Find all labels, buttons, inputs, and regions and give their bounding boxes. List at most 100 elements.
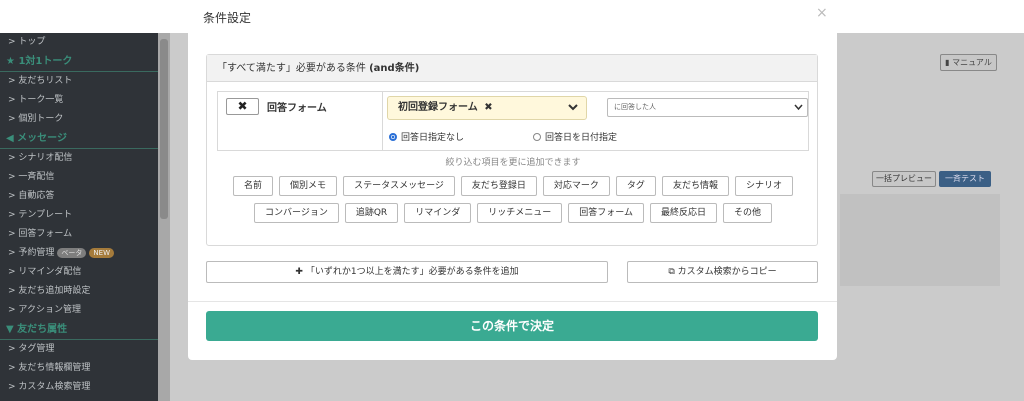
clear-icon[interactable]: ✖ (484, 102, 492, 113)
sidebar-item[interactable]: > テンプレート (0, 206, 158, 225)
response-type-value: に回答した人 (614, 103, 656, 111)
filter-chip[interactable]: 個別メモ (279, 176, 338, 196)
sidebar-item-label: > 自動応答 (8, 191, 55, 201)
sidebar-section-header: ◀ メッセージ (0, 129, 158, 149)
remove-condition-button[interactable]: ✖ (226, 98, 259, 115)
condition-label: 回答フォーム (267, 103, 327, 114)
filter-chips-row-1: 名前 個別メモ ステータスメッセージ 友だち登録日 対応マーク タグ 友だち情報 シナリオ (207, 176, 819, 196)
sidebar-item-label: > 回答フォーム (8, 229, 73, 239)
chevron-down-icon (794, 99, 803, 123)
filter-chips-row-2: コンバージョン 追跡QR リマインダ リッチメニュー 回答フォーム 最終反応日 その他 (207, 203, 819, 223)
form-select[interactable]: 初回登録フォーム ✖ (387, 96, 587, 120)
and-condition-header: 「すべて満たす」必要がある条件 (and条件) (207, 55, 817, 82)
filter-chip[interactable]: その他 (722, 203, 772, 223)
sidebar-section-header: ★ 1対1トーク (0, 52, 158, 72)
sidebar-item[interactable]: > 友だち情報欄管理 (0, 359, 158, 378)
confirm-condition-button[interactable]: この条件で決定 (206, 311, 818, 341)
sidebar-item[interactable]: > トーク一覧 (0, 91, 158, 110)
sidebar-item[interactable]: > 予約管理 ベータ NEW (0, 244, 158, 263)
filter-chip[interactable]: 対応マーク (542, 176, 610, 196)
copy-from-custom-search-button[interactable]: ⧉ カスタム検索からコピー (627, 261, 818, 283)
sidebar-item[interactable]: > 一斉配信 (0, 168, 158, 187)
sidebar-item-label: ★ 1対1トーク (6, 56, 73, 67)
sidebar-item-label: > 個別トーク (8, 114, 64, 124)
sidebar-item[interactable]: > カスタム検索管理 (0, 378, 158, 397)
sidebar-item[interactable]: > タグ管理 (0, 340, 158, 359)
radio-unselected-icon (533, 133, 541, 141)
sidebar-item-label: > アクション管理 (8, 305, 81, 315)
filter-chip[interactable]: シナリオ (734, 176, 793, 196)
sidebar-item-label: > 友だち追加時設定 (8, 286, 91, 296)
filter-chip[interactable]: リッチメニュー (477, 203, 563, 223)
sidebar-item[interactable]: > シナリオ配信 (0, 149, 158, 168)
sidebar-item-label: > トップ (8, 37, 46, 47)
filter-chip[interactable]: 最終反応日 (649, 203, 717, 223)
and-condition-box: 「すべて満たす」必要がある条件 (and条件) ✖ 回答フォーム 初回登録フォー… (206, 54, 818, 246)
response-type-select[interactable]: に回答した人 (607, 98, 808, 117)
filter-chip[interactable]: 友だち情報 (661, 176, 729, 196)
plus-icon: ✚ (295, 267, 303, 277)
sidebar-item[interactable]: > 回答フォーム (0, 225, 158, 244)
background-panel (840, 194, 1000, 286)
sidebar-item[interactable]: > アクション管理 (0, 301, 158, 320)
sidebar-item-label: > テンプレート (8, 210, 73, 220)
sidebar-item-label: > シナリオ配信 (8, 153, 73, 163)
sidebar-item-label: > 予約管理 (8, 248, 55, 258)
close-icon[interactable]: × (816, 5, 828, 21)
sidebar-item[interactable]: > トップ (0, 33, 158, 52)
copy-label: カスタム検索からコピー (677, 267, 777, 277)
sidebar-section-header: ▼ 友だち属性 (0, 320, 158, 340)
sidebar: > トップ ★ 1対1トーク > 友だちリスト > トーク一覧 > 個別トーク ◀ メッセ… (0, 33, 158, 401)
status-badge: ベータ (57, 248, 87, 258)
bulk-test-button[interactable]: 一斉テスト (939, 171, 991, 187)
and-header-suffix: (and条件) (369, 63, 420, 74)
modal-title: 条件設定 (203, 11, 252, 25)
scrollbar-thumb[interactable] (160, 39, 168, 219)
sidebar-item[interactable]: > リマインダ配信 (0, 263, 158, 282)
sidebar-item-label: > トーク一覧 (8, 95, 64, 105)
add-more-hint: 絞り込む項目を更に追加できます (445, 158, 581, 168)
add-or-condition-button[interactable]: ✚ 「いずれか1つ以上を満たす」必要がある条件を追加 (206, 261, 608, 283)
filter-chip[interactable]: タグ (615, 176, 656, 196)
status-badge: NEW (89, 248, 114, 258)
and-header-text: 「すべて満たす」必要がある条件 (217, 63, 366, 74)
filter-chip[interactable]: ステータスメッセージ (343, 176, 455, 196)
add-or-label: 「いずれか1つ以上を満たす」必要がある条件を追加 (305, 267, 519, 277)
close-icon: ✖ (237, 99, 248, 113)
condition-settings: 初回登録フォーム ✖ に回答した人 回答日指定なし 回答日を日付指定 (382, 92, 809, 150)
sidebar-item-label: > 一斉配信 (8, 172, 55, 182)
radio-specify-date[interactable]: 回答日を日付指定 (533, 130, 617, 143)
sidebar-scrollbar[interactable] (158, 33, 170, 401)
radio-no-date[interactable]: 回答日指定なし (389, 130, 464, 143)
condition-row: ✖ 回答フォーム 初回登録フォーム ✖ に回答した人 回答日指定なし 回答日を日… (217, 91, 809, 151)
radio-date-label: 回答日を日付指定 (545, 133, 618, 143)
filter-chip[interactable]: 名前 (233, 176, 274, 196)
condition-modal: 「すべて満たす」必要がある条件 (and条件) ✖ 回答フォーム 初回登録フォー… (188, 33, 837, 360)
form-select-value: 初回登録フォーム (398, 102, 478, 113)
sidebar-item-label: ▼ 友だち属性 (6, 324, 68, 335)
chevron-down-icon (568, 97, 578, 128)
sidebar-item-label: > 友だち情報欄管理 (8, 363, 91, 373)
filter-chip[interactable]: 回答フォーム (568, 203, 644, 223)
modal-header: 条件設定 × (0, 0, 1024, 33)
sidebar-item-label: > カスタム検索管理 (8, 382, 91, 392)
sidebar-item[interactable]: > 個別トーク (0, 110, 158, 129)
sidebar-item-label: > 友だちリスト (8, 76, 73, 86)
manual-button[interactable]: ▮ マニュアル (940, 54, 997, 71)
filter-chip[interactable]: コンバージョン (254, 203, 339, 223)
manual-button-label: マニュアル (952, 58, 992, 67)
sidebar-item-label: > リマインダ配信 (8, 267, 82, 277)
sidebar-item[interactable]: > 自動応答 (0, 187, 158, 206)
filter-chip[interactable]: 追跡QR (344, 203, 399, 223)
copy-icon: ⧉ (668, 267, 675, 277)
radio-no-date-label: 回答日指定なし (401, 133, 465, 143)
bulk-preview-button[interactable]: 一括プレビュー (872, 171, 936, 187)
filter-chip[interactable]: 友だち登録日 (460, 176, 537, 196)
modal-divider (188, 301, 837, 302)
sidebar-item[interactable]: > 友だち追加時設定 (0, 282, 158, 301)
radio-selected-icon (389, 133, 397, 141)
filter-chip[interactable]: リマインダ (404, 203, 472, 223)
sidebar-item-label: ◀ メッセージ (6, 133, 67, 144)
sidebar-item-label: > タグ管理 (8, 344, 55, 354)
sidebar-item[interactable]: > 友だちリスト (0, 72, 158, 91)
